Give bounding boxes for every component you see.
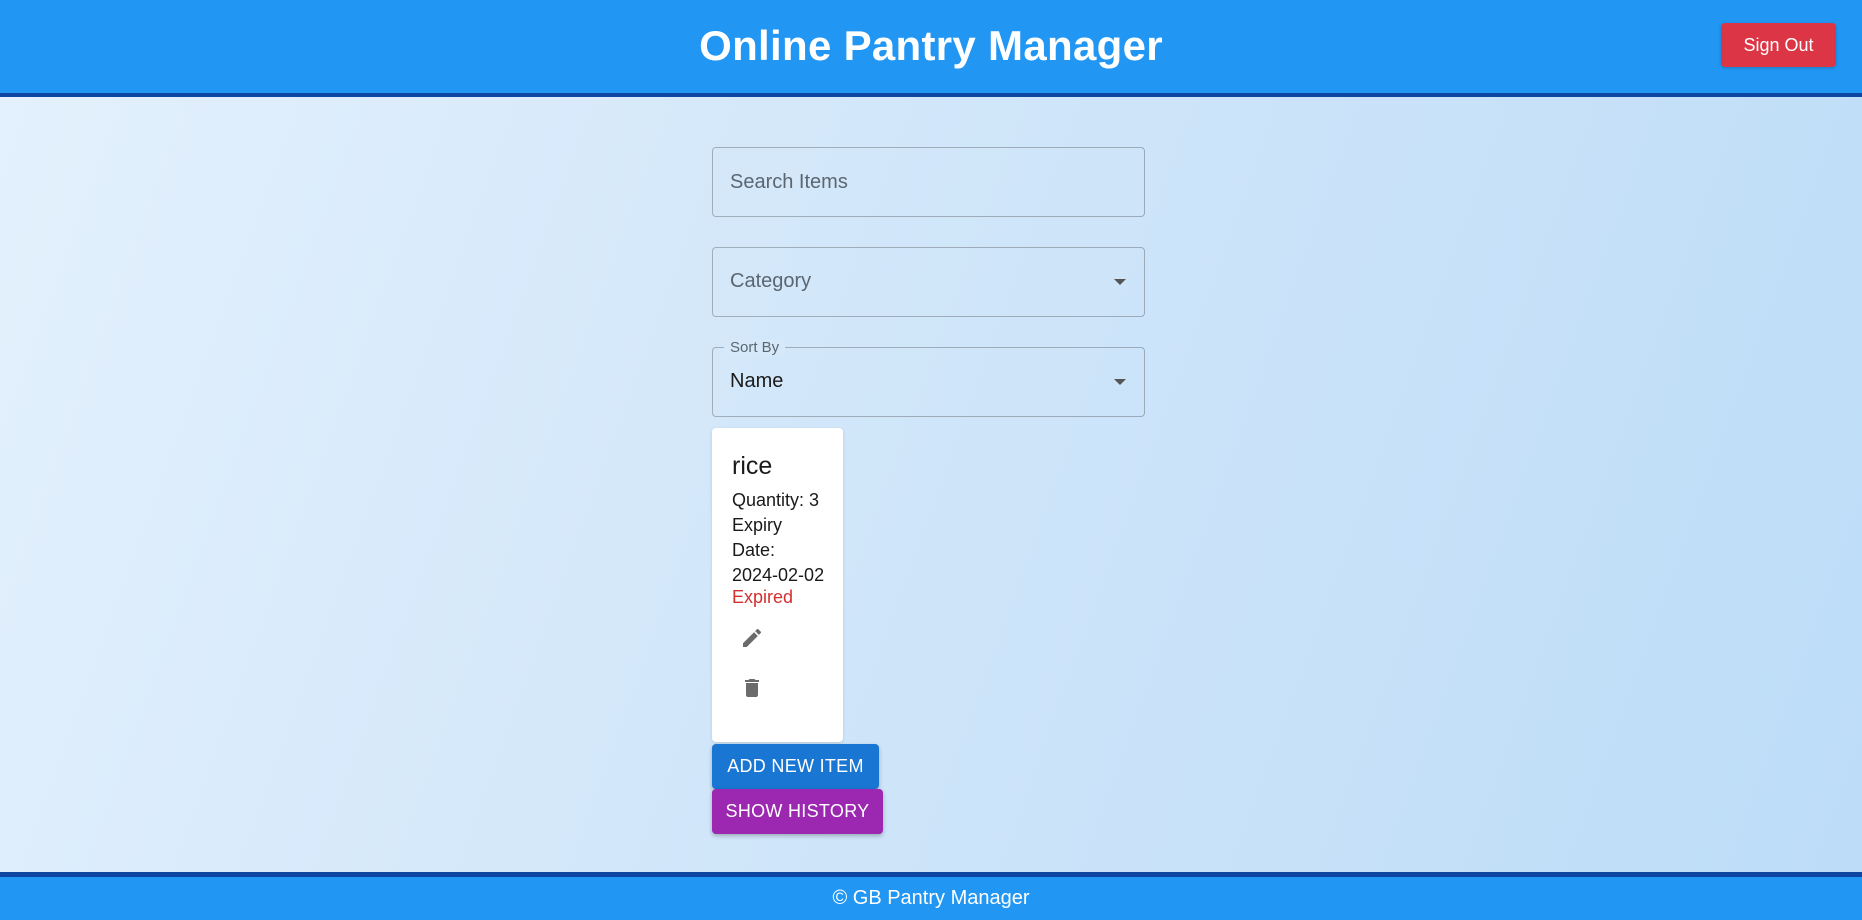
app-footer: © GB Pantry Manager <box>0 872 1862 920</box>
delete-item-button[interactable] <box>732 668 772 708</box>
category-select[interactable]: Category <box>712 247 1145 317</box>
edit-item-button[interactable] <box>732 618 772 658</box>
sign-out-button[interactable]: Sign Out <box>1721 23 1836 67</box>
sort-by-label: Sort By <box>724 339 786 356</box>
chevron-down-icon <box>1114 379 1126 385</box>
add-new-item-button[interactable]: ADD NEW ITEM <box>712 744 879 789</box>
item-expiry-label-line1: Expiry <box>732 515 783 535</box>
app-title: Online Pantry Manager <box>699 22 1163 69</box>
footer-copyright: © GB Pantry Manager <box>832 887 1030 909</box>
item-quantity: Quantity: 3 <box>732 490 820 510</box>
show-history-button[interactable]: SHOW HISTORY <box>712 789 883 834</box>
item-expiry-label-line2: Date: <box>732 540 776 560</box>
search-field[interactable] <box>712 147 1145 217</box>
pencil-icon <box>743 628 762 647</box>
item-name: rice <box>732 452 773 480</box>
chevron-down-icon <box>1114 279 1126 285</box>
app-header: Online Pantry Manager Sign Out <box>0 0 1862 97</box>
sort-by-value: Name <box>730 370 784 392</box>
pantry-item-card: rice Quantity: 3 Expiry Date: 2024-02-02… <box>712 428 843 742</box>
item-status-badge: Expired <box>732 587 794 607</box>
item-expiry-date: 2024-02-02 <box>732 565 825 585</box>
sort-by-select[interactable]: Sort By Name <box>712 339 1145 417</box>
trash-icon <box>745 679 759 697</box>
category-label: Category <box>730 270 812 292</box>
search-input[interactable] <box>713 148 1144 216</box>
